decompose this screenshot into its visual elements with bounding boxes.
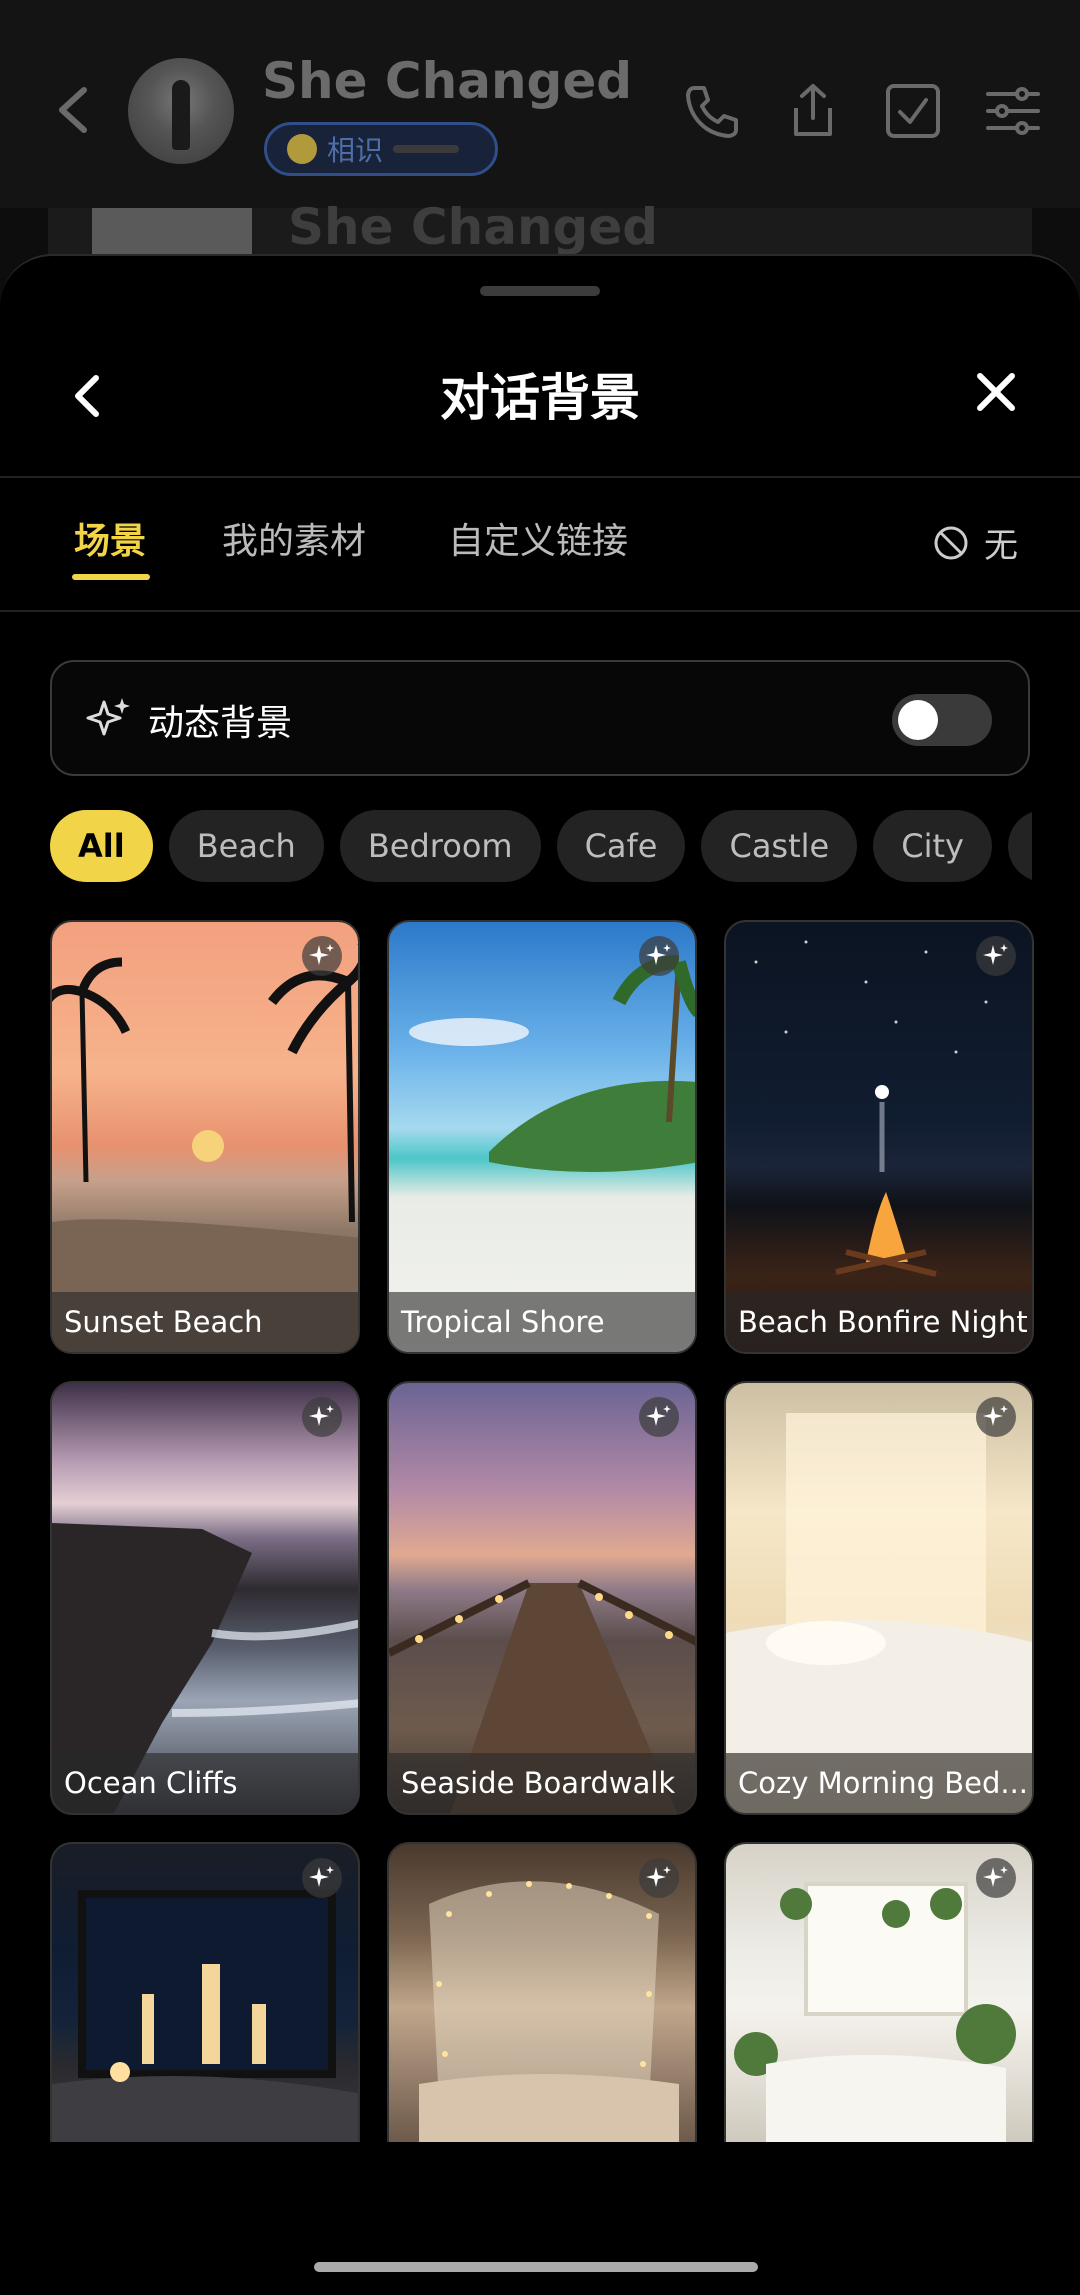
divider (0, 610, 1080, 612)
scene-label: Cozy Morning Bed... (726, 1753, 1032, 1813)
bedroom-scene (726, 1413, 1032, 1753)
sparkles-icon (302, 936, 342, 976)
preview-name: She Changed (288, 198, 659, 256)
scene-card[interactable]: Seaside Boardwalk (387, 1381, 697, 1815)
tab-my-materials[interactable]: 我的素材 (222, 512, 366, 564)
scene-label: Sunset Beach (52, 1292, 358, 1352)
relationship-label: 相识 (327, 134, 384, 167)
sparkles-icon (86, 696, 132, 742)
palm-silhouette (52, 943, 358, 1352)
island-silhouette (409, 955, 695, 1172)
scene-label: Beach Bonfire Night (726, 1292, 1032, 1352)
dynamic-background-row: 动态背景 (50, 660, 1030, 776)
scene-label: Seaside Boardwalk (389, 1753, 695, 1813)
close-icon[interactable] (972, 368, 1020, 416)
scene-card[interactable]: Ocean Cliffs (50, 1381, 360, 1815)
checkbox-icon[interactable] (882, 80, 944, 142)
chat-header: She Changed 相识 (0, 0, 1080, 208)
share-icon[interactable] (782, 80, 844, 142)
chip-city[interactable]: City (873, 810, 992, 882)
relationship-progress (393, 145, 460, 153)
cliff-silhouette (52, 1523, 358, 1813)
tab-custom-link[interactable]: 自定义链接 (448, 512, 628, 564)
chip-beach[interactable]: Beach (168, 810, 324, 882)
chip-bedroom[interactable]: Bedroom (339, 810, 541, 882)
toggle-knob (898, 700, 938, 740)
sparkles-icon (976, 936, 1016, 976)
phone-icon[interactable] (680, 80, 742, 142)
no-background-option[interactable]: 无 (932, 518, 1018, 567)
sparkles-icon (976, 1397, 1016, 1437)
sparkles-icon (976, 1858, 1016, 1898)
sparkles-icon (639, 1397, 679, 1437)
category-filter-chips: AllBeachBedroomCafeCastleCityC (50, 810, 1032, 884)
sparkles-icon (302, 1858, 342, 1898)
scene-card[interactable] (387, 1842, 697, 2142)
settings-sliders-icon[interactable] (982, 80, 1044, 142)
sheet-grabber[interactable] (480, 286, 600, 296)
no-background-label: 无 (984, 526, 1018, 566)
home-indicator[interactable] (314, 2262, 758, 2272)
sparkles-icon (302, 1397, 342, 1437)
sparkles-icon (639, 936, 679, 976)
scene-label: Ocean Cliffs (52, 1753, 358, 1813)
chip-castle[interactable]: Castle (701, 810, 858, 882)
avatar[interactable] (128, 58, 234, 164)
sheet-title: 对话背景 (440, 369, 640, 427)
scene-card[interactable]: Sunset Beach (50, 920, 360, 1354)
scene-card[interactable]: Tropical Shore (387, 920, 697, 1354)
chip-more[interactable]: C (1007, 810, 1032, 882)
sparkles-icon (639, 1858, 679, 1898)
chip-cafe[interactable]: Cafe (556, 810, 686, 882)
dynamic-background-toggle[interactable] (892, 694, 992, 746)
scene-card[interactable] (724, 1842, 1034, 2142)
smile-icon (287, 134, 317, 164)
relationship-badge[interactable]: 相识 (264, 122, 498, 176)
dynamic-background-label: 动态背景 (148, 703, 293, 744)
bonfire-scene (754, 940, 988, 1277)
scene-card[interactable]: Cozy Morning Bed... (724, 1381, 1034, 1815)
divider (0, 476, 1080, 478)
active-tab-indicator (72, 574, 150, 580)
back-arrow-icon[interactable] (48, 80, 98, 140)
prohibited-icon (934, 526, 968, 559)
tab-scenes[interactable]: 场景 (74, 512, 146, 564)
scene-card[interactable]: Beach Bonfire Night (724, 920, 1034, 1354)
boardwalk-scene (389, 1579, 695, 1813)
chip-all[interactable]: All (50, 810, 153, 882)
background-sheet: 对话背景 场景 我的素材 自定义链接 无 动态背景 All Beach Bedroo… (0, 254, 1080, 2295)
scene-card[interactable] (50, 1842, 360, 2142)
chat-title: She Changed (262, 52, 633, 110)
scene-label: Tropical Shore (389, 1292, 695, 1352)
